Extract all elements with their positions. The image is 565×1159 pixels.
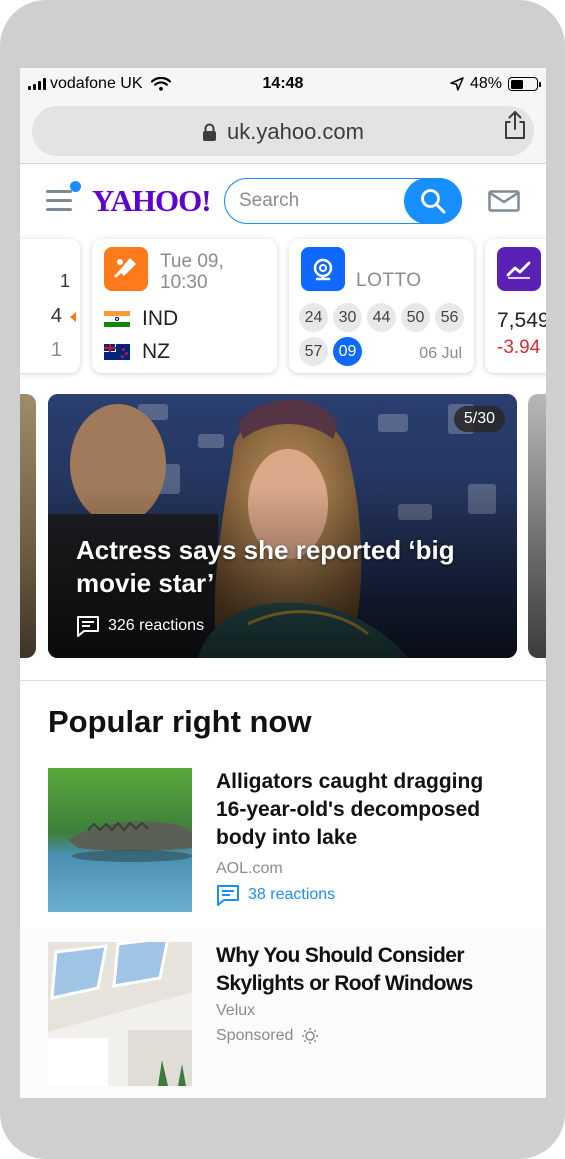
hero-headline[interactable]: Actress says she reported ‘big movie sta…	[76, 534, 496, 600]
match-datetime: Tue 09, 10:30	[160, 251, 224, 293]
url-text: uk.yahoo.com	[227, 119, 364, 144]
cricket-card[interactable]: Tue 09, 10:30 IND NZ	[92, 239, 277, 373]
comment-icon	[217, 885, 239, 906]
search-input[interactable]	[239, 189, 399, 213]
status-right: 48%	[450, 75, 541, 93]
play-arrow-icon	[70, 312, 76, 322]
partial-score-bottom: 1	[50, 339, 62, 361]
battery-percent: 48%	[469, 75, 502, 92]
india-flag-icon	[104, 311, 130, 327]
hero-carousel: 5/30 Actress says she reported ‘big movi…	[20, 377, 546, 681]
search-box	[224, 177, 462, 224]
popular-heading: Popular right now	[48, 704, 312, 739]
team-row-1: IND	[104, 307, 178, 331]
partial-score-card[interactable]: 1 4 1	[20, 239, 80, 373]
article-source: AOL.com	[216, 860, 283, 877]
sponsored-source: Velux	[216, 1002, 256, 1019]
lock-icon	[203, 123, 217, 141]
battery-icon	[508, 77, 541, 91]
mail-icon[interactable]	[488, 190, 520, 212]
hero-reactions[interactable]: 326 reactions	[76, 615, 204, 637]
article-thumbnail	[48, 768, 192, 912]
hamburger-menu-icon[interactable]	[46, 190, 74, 212]
lotto-bonus-ball: 09	[333, 337, 362, 366]
cricket-icon	[104, 247, 148, 291]
team-name-1: IND	[142, 307, 179, 330]
search-icon	[421, 188, 446, 213]
yahoo-logo[interactable]: YAHOO!	[92, 183, 212, 219]
sponsored-headline[interactable]: Why You Should Consider Skylights or Roo…	[216, 942, 516, 998]
sponsored-article-item[interactable]: Why You Should Consider Skylights or Roo…	[20, 928, 546, 1098]
stock-chart-icon	[497, 247, 541, 291]
lotto-ball: 30	[333, 303, 362, 332]
comment-icon	[77, 616, 99, 637]
search-button[interactable]	[404, 177, 462, 224]
lotto-card[interactable]: LOTTO 24 30 44 50 56 57 09 06 Jul	[289, 239, 474, 373]
battery-fill	[510, 79, 523, 89]
article-reactions-count: 38 reactions	[248, 886, 336, 903]
team-name-2: NZ	[142, 340, 170, 363]
stock-change: -3.94	[497, 337, 541, 358]
lotto-ball: 44	[367, 303, 396, 332]
match-time: 10:30	[160, 272, 208, 293]
address-bar[interactable]: uk.yahoo.com	[32, 106, 534, 156]
team-row-2: NZ	[104, 340, 170, 364]
next-slide-preview[interactable]	[528, 394, 546, 658]
new-zealand-flag-icon	[104, 344, 130, 360]
lotto-ball: 56	[435, 303, 464, 332]
sponsored-label-row: Sponsored	[216, 1027, 319, 1045]
sponsored-thumbnail	[48, 942, 192, 1086]
phone-screen: vodafone UK 14:48 48% uk.yahoo.com YAHOO…	[20, 68, 546, 1098]
location-arrow-icon	[450, 77, 464, 91]
match-date: Tue 09,	[160, 251, 224, 272]
sponsored-label: Sponsored	[216, 1027, 294, 1044]
lotto-label: LOTTO	[356, 270, 422, 291]
article-reactions[interactable]: 38 reactions	[216, 884, 335, 906]
url-display: uk.yahoo.com	[32, 119, 534, 145]
ad-info-icon[interactable]	[301, 1027, 319, 1045]
slide-counter: 5/30	[453, 406, 505, 432]
lotto-ball: 50	[401, 303, 430, 332]
lotto-icon	[301, 247, 345, 291]
lotto-ball: 57	[299, 337, 328, 366]
status-bar: vodafone UK 14:48 48%	[20, 68, 546, 100]
stock-card[interactable]: 7,549 -3.94	[485, 239, 546, 373]
site-header: YAHOO!	[20, 165, 546, 237]
notification-dot	[70, 181, 81, 192]
hero-slide[interactable]: 5/30 Actress says she reported ‘big movi…	[48, 394, 517, 658]
previous-slide-preview[interactable]	[20, 394, 36, 658]
lotto-ball: 24	[299, 303, 328, 332]
lotto-date: 06 Jul	[419, 345, 462, 362]
article-headline[interactable]: Alligators caught dragging 16-year-old's…	[216, 768, 516, 852]
stock-value: 7,549	[497, 309, 546, 332]
hero-reactions-count: 326 reactions	[108, 617, 205, 634]
browser-toolbar: uk.yahoo.com	[20, 100, 546, 164]
widget-cards-strip: 1 4 1 Tue 09, 10:30 IND NZ LOTTO 24 30 4…	[20, 237, 546, 377]
partial-score-top: 1	[59, 271, 70, 291]
article-item[interactable]: Alligators caught dragging 16-year-old's…	[48, 768, 518, 918]
partial-score-mid: 4	[50, 305, 62, 327]
share-icon[interactable]	[502, 110, 528, 140]
